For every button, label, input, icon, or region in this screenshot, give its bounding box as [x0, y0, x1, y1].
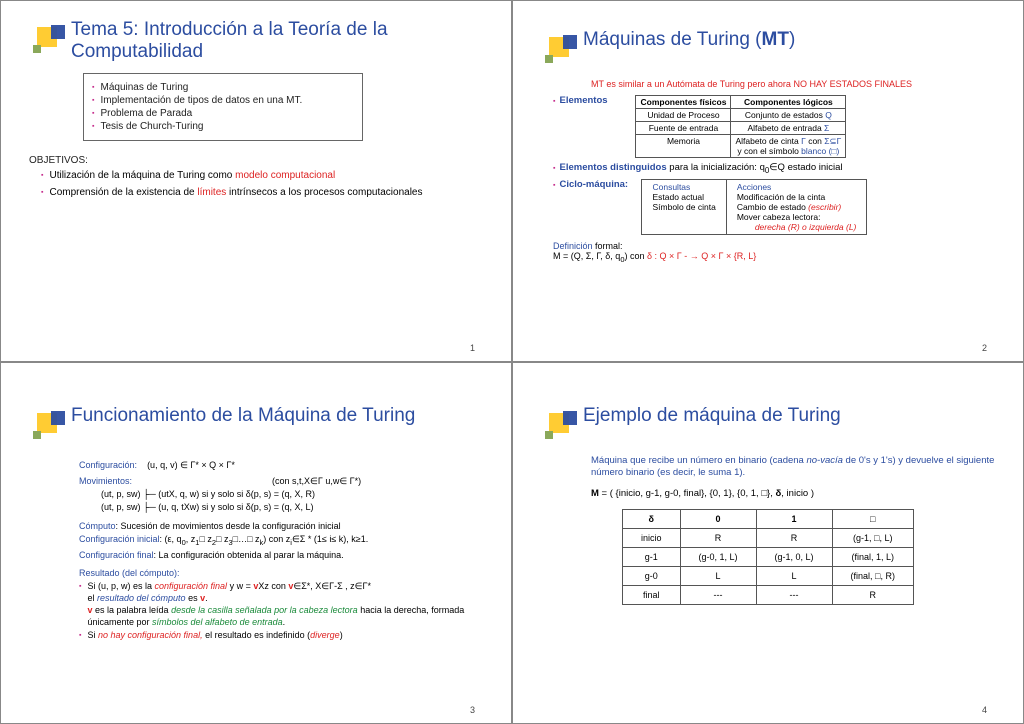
- page-number: 1: [470, 343, 475, 353]
- page-number: 4: [982, 705, 987, 715]
- logo-icon: [29, 411, 63, 445]
- slide-4: Ejemplo de máquina de Turing Máquina que…: [512, 362, 1024, 724]
- slide-title: Ejemplo de máquina de Turing: [583, 405, 841, 427]
- logo-icon: [29, 25, 63, 59]
- topics-box: Máquinas de Turing Implementación de tip…: [83, 73, 363, 141]
- definition: Definición formal: M = (Q, Σ, Γ, δ, q0) …: [553, 241, 995, 264]
- topic-item: Implementación de tipos de datos en una …: [92, 95, 354, 106]
- slide-2: Máquinas de Turing (MT) MT es similar a …: [512, 0, 1024, 362]
- example-description: Máquina que recibe un número en binario …: [591, 455, 995, 480]
- ciclo-row: ▪ Ciclo-máquina: Consultas Estado actual…: [553, 179, 995, 235]
- distinguidos-row: ▪ Elementos distinguidos para la inicial…: [553, 162, 995, 175]
- note-text: MT es similar a un Autómata de Turing pe…: [591, 79, 995, 89]
- page-number: 3: [470, 705, 475, 715]
- elementos-row: ▪ Elementos Componentes físicosComponent…: [553, 95, 995, 158]
- slide-title: Tema 5: Introducción a la Teoría de la C…: [71, 19, 483, 63]
- objectives-label: OBJETIVOS:: [29, 155, 483, 166]
- topic-item: Problema de Parada: [92, 108, 354, 119]
- slide-3: Funcionamiento de la Máquina de Turing C…: [0, 362, 512, 724]
- delta-table: δ01□ inicioRR(g-1, □, L) g-1(g-0, 1, L)(…: [622, 509, 914, 605]
- topic-item: Tesis de Church-Turing: [92, 121, 354, 132]
- cycle-table: Consultas Estado actual Símbolo de cinta…: [641, 179, 867, 235]
- slide3-body: Configuración: (u, q, v) ∈ Γ* × Q × Γ* M…: [79, 459, 483, 642]
- slide-1: Tema 5: Introducción a la Teoría de la C…: [0, 0, 512, 362]
- slide-title: Máquinas de Turing (MT): [583, 29, 795, 51]
- slide-title: Funcionamiento de la Máquina de Turing: [71, 405, 415, 427]
- objective-item: ▪Comprensión de la existencia de límites…: [41, 187, 483, 198]
- components-table: Componentes físicosComponentes lógicos U…: [635, 95, 846, 158]
- machine-definition: M = M = ( {inicio, g-1, g-0, final}, {0,…: [591, 488, 995, 499]
- objective-item: ▪Utilización de la máquina de Turing com…: [41, 170, 483, 181]
- page-number: 2: [982, 343, 987, 353]
- topic-item: Máquinas de Turing: [92, 82, 354, 93]
- logo-icon: [541, 35, 575, 69]
- logo-icon: [541, 411, 575, 445]
